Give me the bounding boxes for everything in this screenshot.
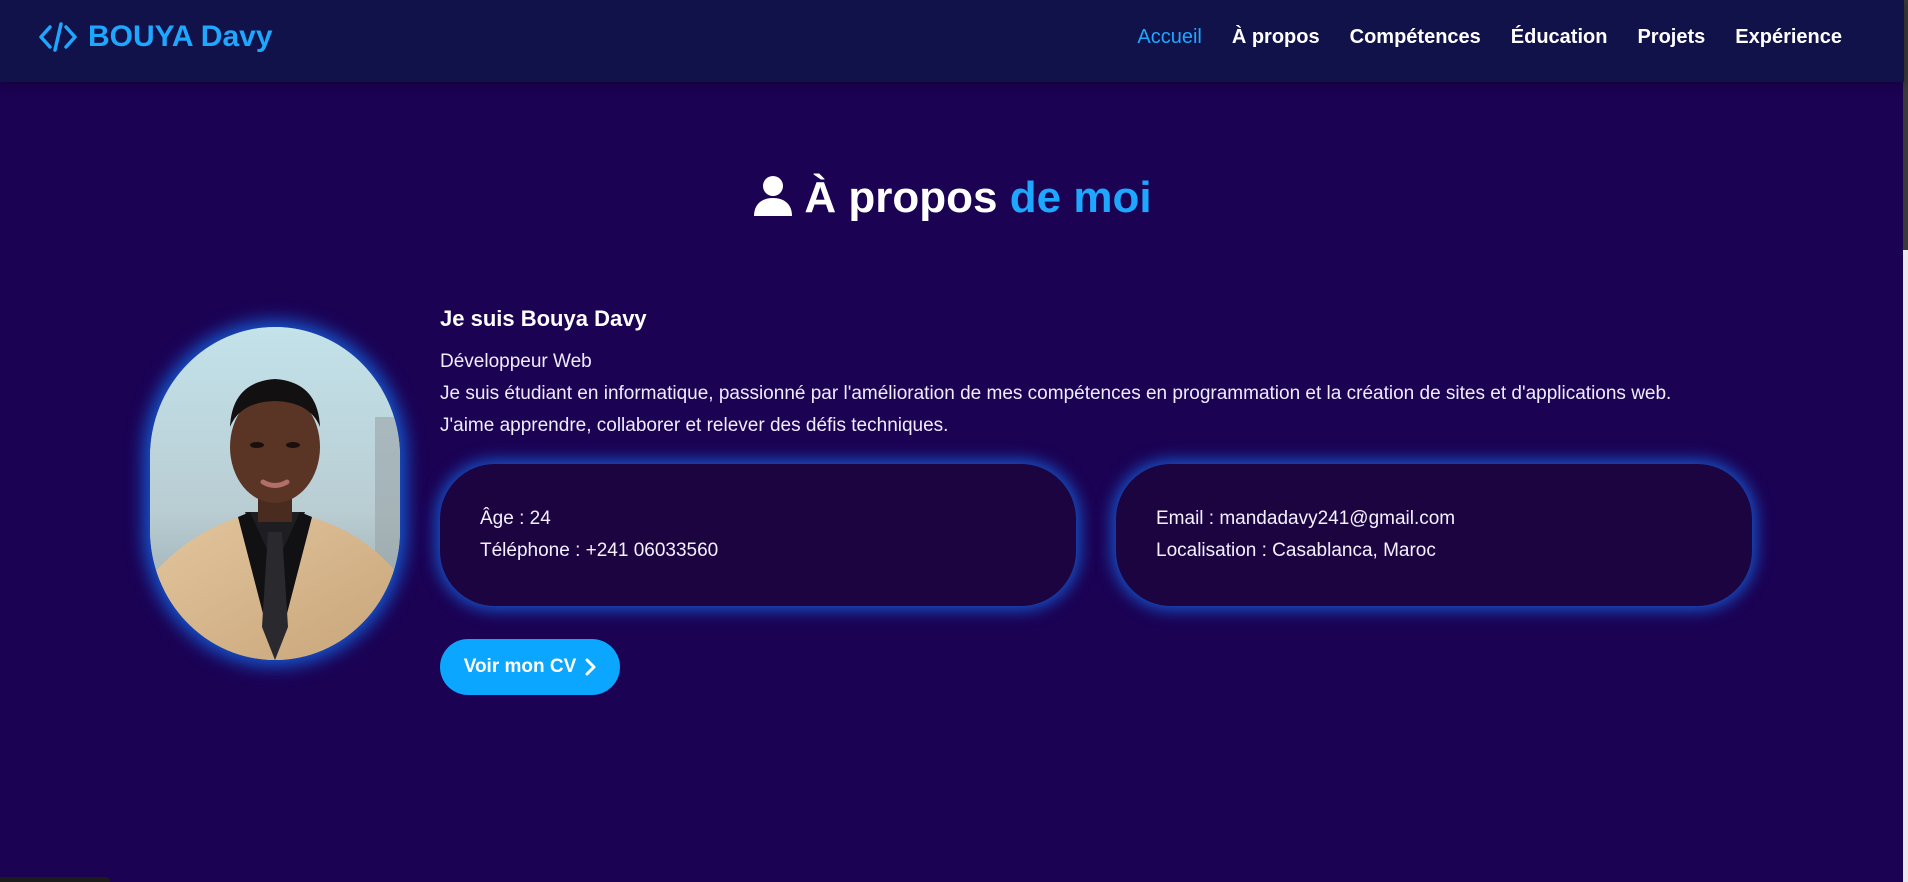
about-description-line-2: J'aime apprendre, collaborer et relever … [440,415,949,436]
nav-link-competences[interactable]: Compétences [1350,26,1481,49]
profile-portrait-image [150,327,400,660]
section-title: À propos de moi [0,170,1904,226]
view-cv-label: Voir mon CV [463,656,577,677]
about-name: Je suis Bouya Davy [440,306,647,331]
navbar: BOUYA Davy Accueil À propos Compétences … [0,0,1904,82]
nav-link-a-propos[interactable]: À propos [1232,26,1320,49]
about-description-line-1: Je suis étudiant en informatique, passio… [440,383,1672,404]
nav-link-experience[interactable]: Expérience [1735,26,1842,49]
main-nav: Accueil À propos Compétences Éducation P… [1137,26,1842,49]
info-card-personal: Âge : 24 Téléphone : +241 06033560 [440,464,1076,606]
user-icon [754,176,793,216]
info-age: Âge : 24 [480,508,551,529]
page-scrollbar[interactable] [1903,0,1908,882]
code-icon [39,22,77,52]
about-role: Développeur Web [440,351,592,372]
view-cv-button[interactable]: Voir mon CV [440,639,620,695]
bottom-left-edge [0,877,110,882]
info-card-contact: Email : mandadavy241@gmail.com Localisat… [1116,464,1752,606]
info-phone: Téléphone : +241 06033560 [480,540,719,561]
nav-link-accueil[interactable]: Accueil [1137,26,1201,49]
section-title-accent: de moi [1009,173,1152,222]
brand-name: BOUYA Davy [88,20,273,53]
info-location: Localisation : Casablanca, Maroc [1156,540,1436,561]
about-intro: Je suis Bouya Davy Développeur Web Je su… [440,302,1760,442]
brand-link[interactable]: BOUYA Davy [38,20,273,54]
nav-link-education[interactable]: Éducation [1511,26,1608,49]
page: BOUYA Davy Accueil À propos Compétences … [0,0,1908,882]
info-email: Email : mandadavy241@gmail.com [1156,508,1456,529]
chevron-right-icon [585,658,596,676]
nav-link-projets[interactable]: Projets [1637,26,1705,49]
section-title-main: À propos [804,173,998,222]
profile-photo [150,327,400,660]
